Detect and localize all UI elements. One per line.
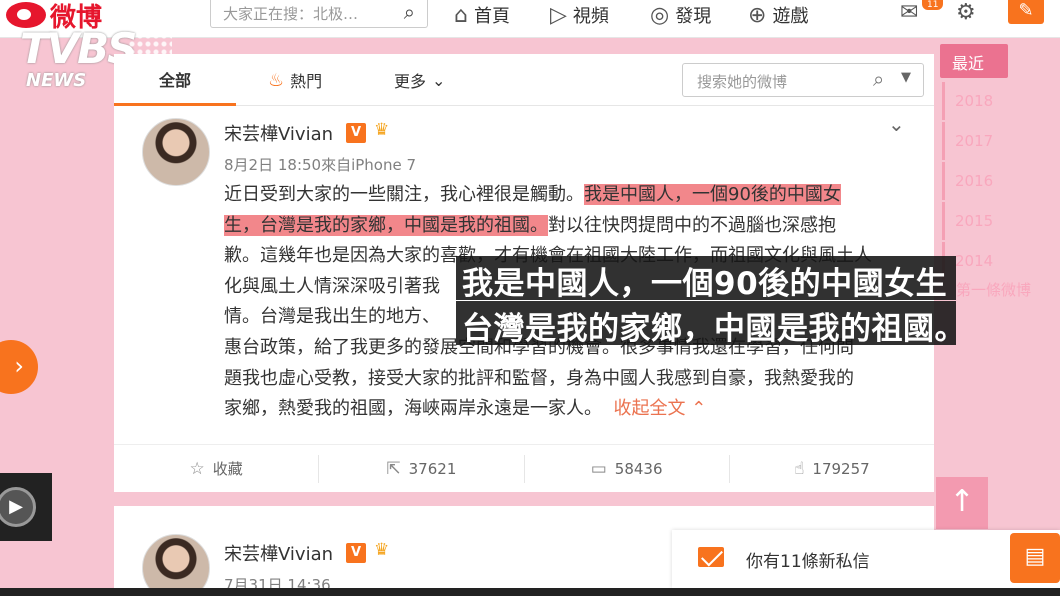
chevron-down-icon[interactable]: ⌄ [888,112,905,136]
first-post-link[interactable]: 第一條微博 [956,279,1031,300]
video-player-thumb[interactable]: ▶ [0,473,52,541]
like-button[interactable]: ☝ 179257 [730,455,934,483]
pencil-icon: ✎ [1018,0,1034,21]
repost-icon: ⇱ [386,458,401,479]
vip-crown-icon: ♛ [374,120,390,140]
side-expand-button[interactable]: › [0,340,38,394]
avatar[interactable] [142,118,210,186]
chevron-right-icon: › [14,352,24,380]
tvbs-news-text: NEWS [26,70,87,91]
private-messages-bar[interactable]: 你有11條新私信 [672,530,1060,588]
arrow-up-icon: ↑ [949,484,975,519]
nav-games-label: 遊戲 [772,6,809,27]
nav-discover[interactable]: ◎ 發現 [650,0,711,30]
post-actions: ☆ 收藏 ⇱ 37621 ▭ 58436 ☝ 179257 [114,444,934,492]
mail-icon[interactable]: ✉ [900,0,918,25]
collapse-link[interactable]: 收起全文 ⌃ [613,398,706,419]
notification-badge: 11 [922,0,944,10]
video-subtitle-line1: 我是中國人，一個90後的中國女生 [456,256,956,302]
year-item[interactable]: 2015 [942,202,1042,240]
home-icon: ⌂ [454,2,468,28]
global-search-input[interactable]: 大家正在搜：北极… ⌕ [210,0,428,28]
vip-crown-icon: ♛ [374,540,390,560]
post-username[interactable]: 宋芸樺Vivian [224,120,333,146]
envelope-icon [698,547,724,567]
nav-discover-label: 發現 [675,6,712,27]
video-subtitle-line2: 台灣是我的家鄉，中國是我的祖國。 [456,301,966,347]
favorite-label: 收藏 [212,460,243,478]
nav-home-label: 首頁 [473,6,510,27]
gamepad-icon: ⊕ [748,2,767,28]
private-messages-text: 你有11條新私信 [746,552,870,572]
year-item[interactable]: 2016 [942,162,1042,200]
comment-count: 58436 [614,459,663,478]
profile-search-input[interactable]: 搜索她的微博 ⌕ ▼ [682,63,924,97]
post-highlight: 我是中國人，一個90後的中國女 [584,184,841,205]
profile-search-placeholder: 搜索她的微博 [697,73,788,91]
video-icon: ▷ [550,2,567,28]
search-icon[interactable]: ⌕ [873,67,884,91]
tab-hot-label: 熱門 [290,72,323,91]
chat-bubble-icon: ▤ [1024,544,1046,569]
gear-icon[interactable]: ⚙ [956,0,976,25]
nav-games[interactable]: ⊕ 遊戲 [748,0,808,30]
post-line: 題我也虛心受教，接受大家的批評和監督，身為中國人我感到自豪，我熱愛我的 [224,367,854,389]
global-search-placeholder: 大家正在搜：北极… [223,5,359,23]
post-highlight: 生，台灣是我的家鄉，中國是我的祖國。 [224,214,548,236]
year-recent[interactable]: 最近 [940,44,1008,78]
thumbs-up-icon: ☝ [794,458,805,479]
compose-button[interactable]: ✎ [1008,0,1044,24]
tab-more-label: 更多 [394,72,427,91]
star-icon: ☆ [189,458,205,479]
nav-video-label: 視頻 [572,6,609,27]
post-line: 近日受到大家的一些關注，我心裡很是觸動。我是中國人，一個90後的中國女 [224,184,841,205]
tab-all-label: 全部 [158,70,191,90]
compass-icon: ◎ [650,2,670,28]
post-line: 家鄉，熱愛我的祖國，海峽兩岸永遠是一家人。 收起全文 ⌃ [224,398,707,420]
play-icon: ▶ [0,487,36,527]
avatar[interactable] [142,534,210,596]
tab-hot[interactable]: ♨ 熱門 [268,54,322,106]
post-timestamp[interactable]: 8月2日 18:50來自iPhone 7 [224,154,416,175]
chevron-down-icon: ⌄ [432,70,446,90]
comment-button[interactable]: ▭ 58436 [525,454,730,483]
nav-video[interactable]: ▷ 視頻 [550,0,609,30]
post-line: 生，台灣是我的家鄉，中國是我的祖國。對以往快閃提問中的不過腦也深感抱 [224,214,836,236]
post-username[interactable]: 宋芸樺Vivian [224,540,333,566]
year-item[interactable]: 2014 [942,242,1042,280]
bottom-strip [0,588,1060,596]
back-to-top-button[interactable]: ↑ [936,477,988,529]
flame-icon: ♨ [268,69,285,91]
year-item[interactable]: 2018 [942,82,1042,120]
favorite-button[interactable]: ☆ 收藏 [114,454,320,483]
year-item[interactable]: 2017 [942,122,1042,160]
tab-more[interactable]: 更多 ⌄ [394,54,445,106]
chat-button[interactable]: ▤ [1010,533,1060,583]
tab-all[interactable]: 全部 [114,54,236,106]
like-count: 179257 [812,459,870,478]
nav-home[interactable]: ⌂ 首頁 [454,0,510,30]
repost-count: 37621 [408,459,457,478]
caret-down-icon[interactable]: ▼ [901,70,911,85]
verified-v-icon: V [346,543,366,563]
comment-icon: ▭ [590,458,607,479]
verified-v-icon: V [346,123,366,143]
repost-button[interactable]: ⇱ 37621 [319,454,525,483]
search-icon[interactable]: ⌕ [404,0,415,24]
chevron-up-icon: ⌃ [691,398,707,420]
profile-tab-bar: 全部 ♨ 熱門 更多 ⌄ 搜索她的微博 ⌕ ▼ [114,54,934,106]
